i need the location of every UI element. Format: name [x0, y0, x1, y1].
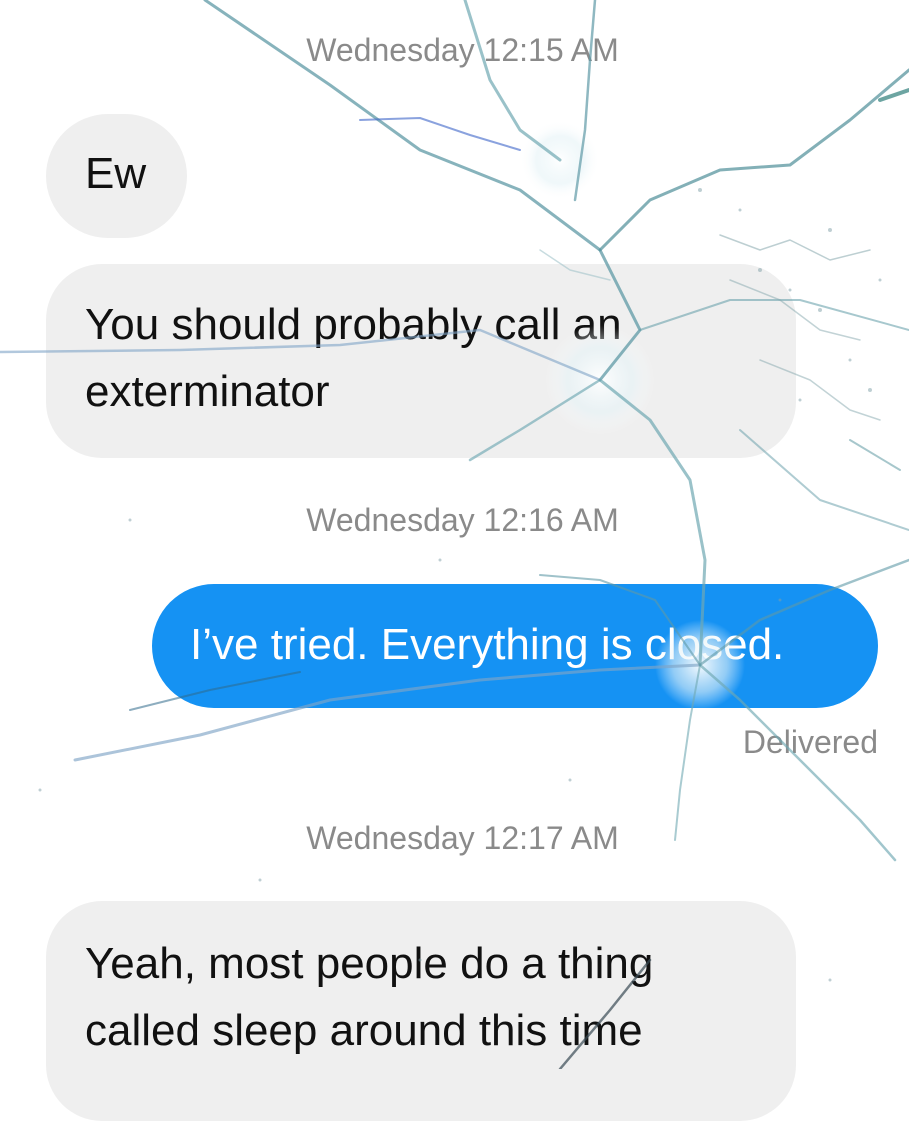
- incoming-message-bubble[interactable]: Ew: [46, 114, 187, 238]
- timestamp: Wednesday 12:16 AM: [306, 502, 619, 538]
- message-text-line: You should probably call an: [85, 300, 622, 349]
- message-text-line: called sleep around this time: [85, 1006, 643, 1055]
- delivery-status: Delivered: [742, 724, 878, 760]
- incoming-message-bubble[interactable]: You should probably call an exterminator: [46, 264, 796, 458]
- timestamp: Wednesday 12:15 AM: [306, 32, 619, 68]
- message-text: I’ve tried. Everything is closed.: [190, 620, 785, 669]
- incoming-message-bubble[interactable]: Yeah, most people do a thing called slee…: [46, 901, 796, 1121]
- message-thread[interactable]: Wednesday 12:15 AM Ew You should probabl…: [0, 0, 909, 1121]
- timestamp: Wednesday 12:17 AM: [306, 820, 619, 856]
- message-text-line: Yeah, most people do a thing: [85, 939, 654, 988]
- message-text: Ew: [85, 149, 147, 198]
- message-text-line: exterminator: [85, 367, 330, 416]
- outgoing-message-bubble[interactable]: I’ve tried. Everything is closed.: [152, 584, 878, 708]
